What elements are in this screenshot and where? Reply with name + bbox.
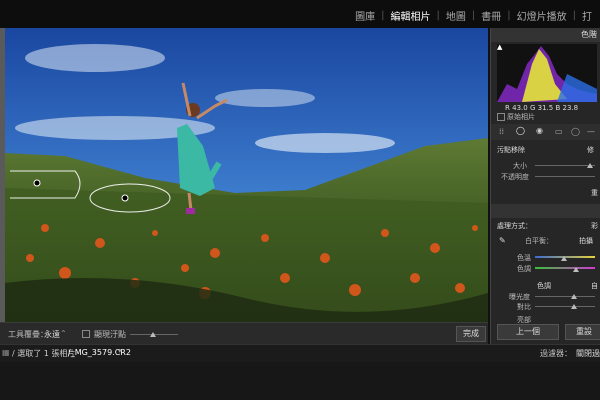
- opacity-slider[interactable]: [535, 176, 595, 177]
- size-slider[interactable]: [535, 165, 595, 166]
- histogram-title: 色階: [581, 30, 597, 39]
- tool-strip: ⁞⁞ ◯ ◉ ▭ ◯ —: [491, 124, 600, 140]
- module-map[interactable]: 地圖: [446, 8, 466, 23]
- exposure-slider-knob[interactable]: [571, 294, 577, 299]
- module-develop[interactable]: 編輯相片: [391, 8, 431, 23]
- treatment-value[interactable]: 彩: [591, 221, 598, 231]
- white-balance-label: 白平衡：: [525, 237, 553, 245]
- module-separator: |: [471, 10, 476, 21]
- eyedropper-icon[interactable]: ✎: [499, 236, 506, 245]
- contrast-label: 對比: [517, 303, 531, 311]
- spot-mode-value[interactable]: 修: [587, 145, 594, 155]
- module-separator: |: [381, 10, 385, 21]
- b-value: 23.8: [562, 104, 579, 112]
- chevron-down-icon[interactable]: ▾: [118, 347, 122, 355]
- module-separator: |: [507, 10, 511, 21]
- temp-label: 色溫: [517, 254, 531, 262]
- g-label: G: [529, 104, 536, 112]
- develop-right-panel: 色階 ▲ R 43.0 G 31.5 B 23.8 原始相片 ⁞⁞ ◯ ◉ ▭ …: [490, 28, 600, 344]
- contrast-slider[interactable]: [535, 306, 595, 307]
- size-label: 大小: [513, 162, 527, 170]
- module-separator: |: [572, 10, 576, 21]
- module-book[interactable]: 書冊: [481, 8, 501, 23]
- tool-overlay-toolbar: 工具覆疊： 永遠 ⌃ 顯現汙點 完成: [0, 322, 488, 345]
- brush-icon[interactable]: —: [587, 127, 595, 136]
- tone-label: 色調: [537, 282, 551, 290]
- contrast-slider-knob[interactable]: [571, 304, 577, 309]
- histogram-graph: [497, 46, 597, 102]
- show-pins-checkbox[interactable]: [82, 330, 90, 338]
- show-pins-label: 顯現汙點: [94, 330, 126, 339]
- done-button[interactable]: 完成: [456, 326, 486, 342]
- exposure-label: 曝光度: [509, 293, 530, 301]
- temp-slider-knob[interactable]: [561, 256, 567, 261]
- tool-overlay-label: 工具覆疊：: [8, 330, 48, 339]
- toolbar-slider-knob[interactable]: [150, 332, 156, 337]
- tint-label: 色調: [517, 265, 531, 273]
- tone-auto[interactable]: 自: [591, 281, 598, 291]
- reset-button[interactable]: 重設: [565, 324, 600, 340]
- photo-canvas: [0, 28, 488, 322]
- grid-icon[interactable]: ▦: [2, 348, 10, 357]
- original-photo-checkbox[interactable]: [497, 113, 505, 121]
- histogram-header: 色階: [491, 28, 600, 42]
- spot-removal-label: 污點移除: [497, 146, 525, 154]
- tint-slider-knob[interactable]: [573, 267, 579, 272]
- module-library[interactable]: 圖庫: [355, 8, 375, 23]
- size-slider-knob[interactable]: [587, 163, 593, 168]
- b-label: B: [555, 104, 561, 112]
- exposure-slider[interactable]: [535, 296, 595, 297]
- original-photo-label: 原始相片: [507, 113, 535, 121]
- red-eye-icon[interactable]: ◉: [536, 126, 543, 135]
- module-slideshow[interactable]: 幻燈片播放: [517, 8, 567, 23]
- white-balance-value[interactable]: 拍攝: [579, 236, 593, 246]
- r-label: R: [505, 104, 510, 112]
- module-picker-bar: 圖庫 | 編輯相片 | 地圖 | 書冊 | 幻燈片播放 | 打: [0, 0, 600, 28]
- radial-filter-icon[interactable]: ◯: [571, 127, 580, 136]
- clipping-shadow-icon[interactable]: ▲: [497, 43, 502, 51]
- filmstrip-area: [0, 362, 600, 400]
- treatment-label: 處理方式：: [497, 222, 532, 230]
- g-value: 31.5: [537, 104, 554, 112]
- histogram-chart: ▲: [497, 43, 597, 102]
- filmstrip-bar: ▦ / 選取了 1 張相片 /_MG_3579.CR2 ▾ 過濾器： 關閉過: [0, 344, 600, 363]
- opacity-label: 不透明度: [501, 173, 529, 181]
- module-print[interactable]: 打: [582, 8, 592, 23]
- photo-image[interactable]: [5, 28, 488, 322]
- spot-removal-icon[interactable]: ◯: [516, 126, 525, 135]
- reset-link[interactable]: 重: [591, 188, 598, 198]
- graduated-filter-icon[interactable]: ▭: [555, 127, 563, 136]
- previous-button[interactable]: 上一個: [497, 324, 559, 340]
- basic-panel-header: [491, 204, 600, 218]
- module-list: 圖庫 | 編輯相片 | 地圖 | 書冊 | 幻燈片播放 | 打: [355, 8, 592, 23]
- r-value: 43.0: [512, 104, 528, 112]
- filter-value[interactable]: 關閉過: [576, 348, 600, 359]
- filter-label: 過濾器：: [540, 349, 572, 358]
- crop-icon[interactable]: ⁞⁞: [499, 127, 504, 136]
- tint-slider[interactable]: [535, 267, 595, 269]
- photo-illustration: [5, 28, 488, 322]
- rgb-readout: R 43.0 G 31.5 B 23.8: [505, 104, 578, 112]
- tool-overlay-dropdown[interactable]: 永遠: [44, 329, 60, 340]
- module-separator: |: [436, 10, 440, 21]
- selection-count: / 選取了 1 張相片: [12, 349, 76, 358]
- chevron-down-icon[interactable]: ⌃: [60, 329, 67, 338]
